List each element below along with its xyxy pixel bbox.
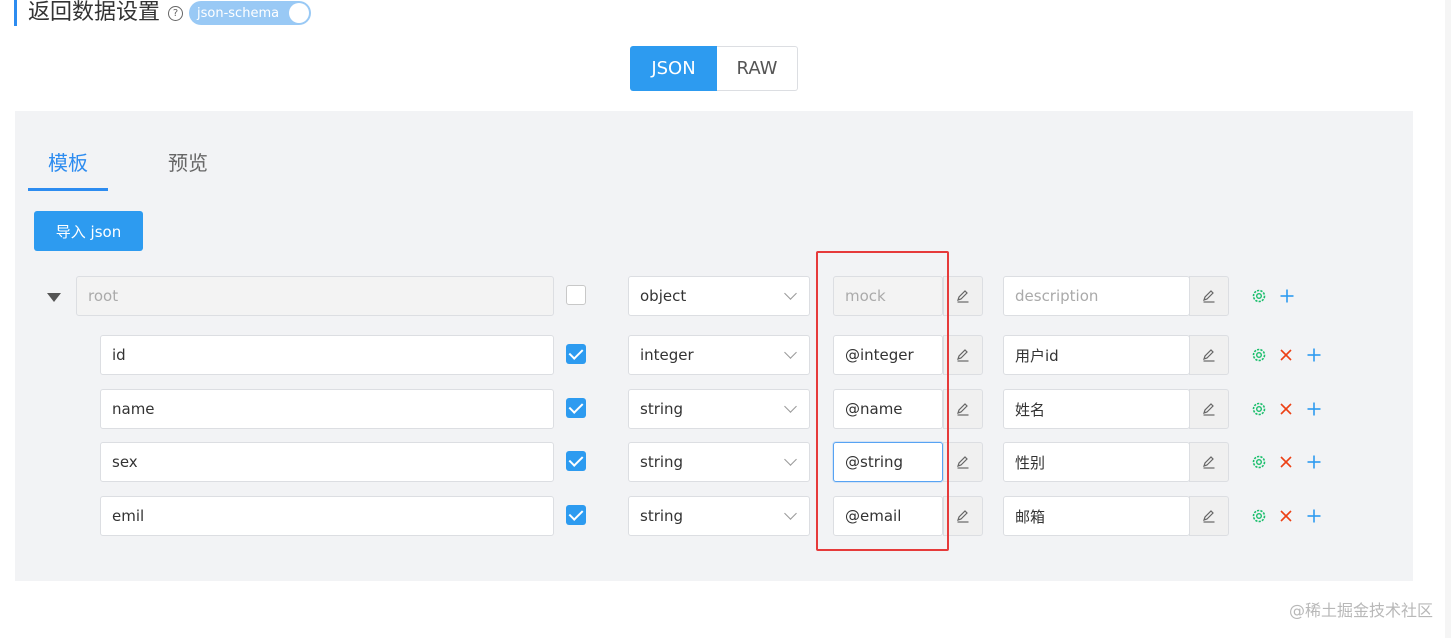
raw-mode-button[interactable]: RAW bbox=[717, 46, 798, 91]
description-input[interactable]: 姓名 bbox=[1003, 389, 1190, 429]
schema-row-field: name string @name 姓名 bbox=[0, 389, 1451, 429]
field-name-input[interactable]: name bbox=[100, 389, 554, 429]
add-child-plus-icon[interactable] bbox=[1278, 287, 1296, 305]
schema-row-root: root object mock description bbox=[0, 276, 1451, 316]
switch-label: json-schema bbox=[197, 5, 280, 21]
field-name-input[interactable]: emil bbox=[100, 496, 554, 536]
add-sibling-plus-icon[interactable] bbox=[1305, 453, 1323, 471]
edit-icon bbox=[957, 456, 969, 469]
delete-close-icon[interactable] bbox=[1278, 453, 1294, 471]
mode-toggle: JSON RAW bbox=[630, 46, 798, 91]
description-input[interactable]: 性别 bbox=[1003, 442, 1190, 482]
mock-edit-button[interactable] bbox=[943, 276, 983, 316]
edit-icon bbox=[1203, 349, 1215, 362]
schema-row-field: id integer @integer 用户id bbox=[0, 335, 1451, 375]
type-select-value: string bbox=[640, 453, 684, 471]
description-input[interactable]: 用户id bbox=[1003, 335, 1190, 375]
add-sibling-plus-icon[interactable] bbox=[1305, 507, 1323, 525]
mock-edit-button[interactable] bbox=[943, 389, 983, 429]
type-select[interactable]: string bbox=[628, 442, 810, 482]
collapse-caret-icon[interactable] bbox=[47, 293, 61, 302]
json-schema-switch[interactable]: json-schema bbox=[189, 1, 312, 25]
edit-icon bbox=[1203, 403, 1215, 416]
add-sibling-plus-icon[interactable] bbox=[1305, 346, 1323, 364]
settings-gear-icon[interactable] bbox=[1251, 346, 1267, 364]
description-edit-button[interactable] bbox=[1189, 389, 1229, 429]
chevron-down-icon bbox=[784, 453, 797, 466]
type-select[interactable]: string bbox=[628, 496, 810, 536]
mock-edit-button[interactable] bbox=[943, 496, 983, 536]
settings-gear-icon[interactable] bbox=[1251, 507, 1267, 525]
delete-close-icon[interactable] bbox=[1278, 400, 1294, 418]
chevron-down-icon bbox=[784, 507, 797, 520]
type-select-value: object bbox=[640, 287, 687, 305]
description-edit-button[interactable] bbox=[1189, 335, 1229, 375]
edit-icon bbox=[1203, 456, 1215, 469]
add-sibling-plus-icon[interactable] bbox=[1305, 400, 1323, 418]
edit-icon bbox=[957, 510, 969, 523]
edit-icon bbox=[1203, 290, 1215, 303]
type-select-value: string bbox=[640, 400, 684, 418]
type-select[interactable]: integer bbox=[628, 335, 810, 375]
help-icon[interactable]: ? bbox=[168, 5, 184, 21]
page-title: 返回数据设置 bbox=[28, 0, 161, 25]
description-edit-button[interactable] bbox=[1189, 276, 1229, 316]
heading-accent-bar bbox=[14, 0, 17, 26]
delete-close-icon[interactable] bbox=[1278, 346, 1294, 364]
required-checkbox[interactable] bbox=[566, 398, 586, 418]
field-name-input: root bbox=[76, 276, 554, 316]
mock-edit-button[interactable] bbox=[943, 442, 983, 482]
chevron-down-icon bbox=[784, 400, 797, 413]
tab-template[interactable]: 模板 bbox=[48, 147, 88, 176]
watermark: @稀土掘金技术社区 bbox=[1288, 601, 1433, 620]
description-edit-button[interactable] bbox=[1189, 496, 1229, 536]
required-checkbox[interactable] bbox=[566, 344, 586, 364]
chevron-down-icon bbox=[784, 287, 797, 300]
import-json-button[interactable]: 导入 json bbox=[34, 211, 143, 251]
type-select-value: string bbox=[640, 507, 684, 525]
settings-gear-icon[interactable] bbox=[1251, 287, 1267, 305]
switch-knob bbox=[289, 3, 310, 23]
description-input[interactable]: description bbox=[1003, 276, 1190, 316]
type-select-value: integer bbox=[640, 346, 694, 364]
type-select[interactable]: string bbox=[628, 389, 810, 429]
required-checkbox[interactable] bbox=[566, 505, 586, 525]
delete-close-icon[interactable] bbox=[1278, 507, 1294, 525]
json-mode-button[interactable]: JSON bbox=[630, 46, 717, 91]
mock-column-highlight-box bbox=[816, 251, 949, 551]
edit-icon bbox=[957, 290, 969, 303]
edit-icon bbox=[957, 349, 969, 362]
type-select[interactable]: object bbox=[628, 276, 810, 316]
settings-gear-icon[interactable] bbox=[1251, 453, 1267, 471]
field-name-input[interactable]: id bbox=[100, 335, 554, 375]
required-checkbox[interactable] bbox=[566, 451, 586, 471]
chevron-down-icon bbox=[784, 346, 797, 359]
description-edit-button[interactable] bbox=[1189, 442, 1229, 482]
page-heading: 返回数据设置 ? json-schema bbox=[14, 0, 312, 26]
edit-icon bbox=[1203, 510, 1215, 523]
schema-row-field: emil string @email 邮箱 bbox=[0, 496, 1451, 536]
schema-row-field: sex string @string 性别 bbox=[0, 442, 1451, 482]
page-scrollbar[interactable] bbox=[1445, 0, 1451, 638]
edit-icon bbox=[957, 403, 969, 416]
settings-gear-icon[interactable] bbox=[1251, 400, 1267, 418]
mock-edit-button[interactable] bbox=[943, 335, 983, 375]
required-checkbox[interactable] bbox=[566, 285, 586, 305]
tab-preview[interactable]: 预览 bbox=[168, 147, 208, 176]
description-input[interactable]: 邮箱 bbox=[1003, 496, 1190, 536]
active-tab-indicator bbox=[28, 188, 108, 191]
field-name-input[interactable]: sex bbox=[100, 442, 554, 482]
